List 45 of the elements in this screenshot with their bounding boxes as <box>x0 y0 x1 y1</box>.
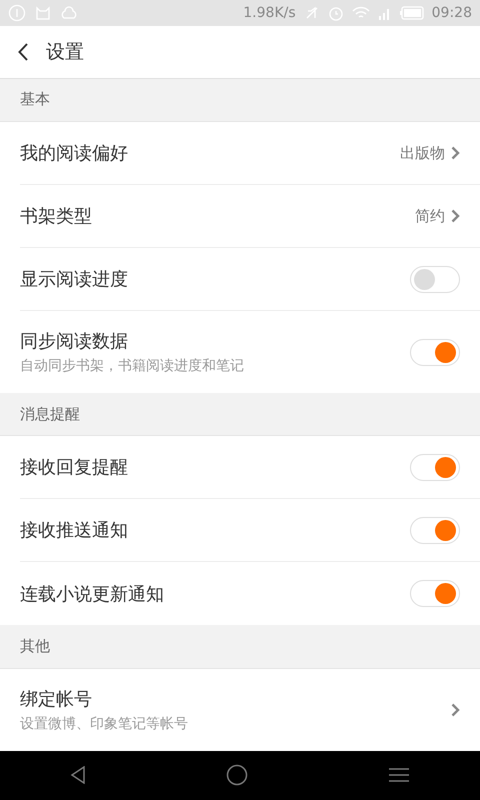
settings-row[interactable]: 显示阅读进度 <box>20 248 480 312</box>
network-speed: 1.98K/s <box>243 4 296 21</box>
toggle-switch[interactable] <box>410 580 460 608</box>
settings-row[interactable]: 绑定帐号 设置微博、印象笔记等帐号 <box>20 668 480 751</box>
back-triangle-icon <box>70 766 86 784</box>
toggle-switch[interactable] <box>410 338 460 366</box>
setting-label: 接收回复提醒 <box>20 456 129 480</box>
alarm-icon <box>328 4 344 21</box>
settings-row[interactable]: 我的阅读偏好 出版物 <box>20 122 480 186</box>
setting-description: 设置微博、印象笔记等帐号 <box>20 714 189 733</box>
settings-row[interactable]: 同步阅读数据 自动同步书架，书籍阅读进度和笔记 <box>20 311 480 394</box>
chevron-right-icon <box>451 209 460 224</box>
toggle-switch[interactable] <box>410 266 460 293</box>
section-title: 基本 <box>20 90 50 110</box>
settings-row[interactable]: 接收推送通知 <box>20 499 480 562</box>
toggle-switch[interactable] <box>410 454 460 481</box>
menu-button[interactable] <box>388 767 410 784</box>
home-circle-icon <box>226 764 248 786</box>
clock-time: 09:28 <box>432 4 472 21</box>
setting-label: 连载小说更新通知 <box>20 582 165 606</box>
toggle-switch[interactable] <box>410 516 460 544</box>
section-title: 消息提醒 <box>20 404 80 424</box>
battery-icon <box>400 6 424 20</box>
back-icon <box>18 42 28 61</box>
settings-row[interactable]: 连载小说更新通知 <box>20 562 480 626</box>
back-button[interactable] <box>18 42 28 61</box>
section-title: 其他 <box>20 637 50 656</box>
setting-description: 自动同步书架，书籍阅读进度和笔记 <box>20 357 245 376</box>
setting-label: 接收推送通知 <box>20 519 129 542</box>
menu-icon <box>388 767 410 784</box>
setting-label: 显示阅读进度 <box>20 268 129 292</box>
home-button[interactable] <box>226 764 248 786</box>
chevron-right-icon <box>451 146 460 160</box>
setting-label: 绑定帐号 <box>20 688 93 711</box>
chevron-right-icon <box>451 702 460 717</box>
settings-row[interactable]: 接收回复提醒 <box>20 436 480 500</box>
setting-label: 同步阅读数据 <box>20 330 129 354</box>
info-icon <box>8 4 26 22</box>
setting-value: 出版物 <box>400 144 445 163</box>
setting-label: 我的阅读偏好 <box>20 142 129 166</box>
setting-value: 简约 <box>415 206 445 226</box>
page-title: 设置 <box>46 40 84 65</box>
settings-row[interactable]: 书架类型 简约 <box>20 185 480 248</box>
back-nav-button[interactable] <box>70 766 86 784</box>
setting-label: 书架类型 <box>20 205 93 228</box>
